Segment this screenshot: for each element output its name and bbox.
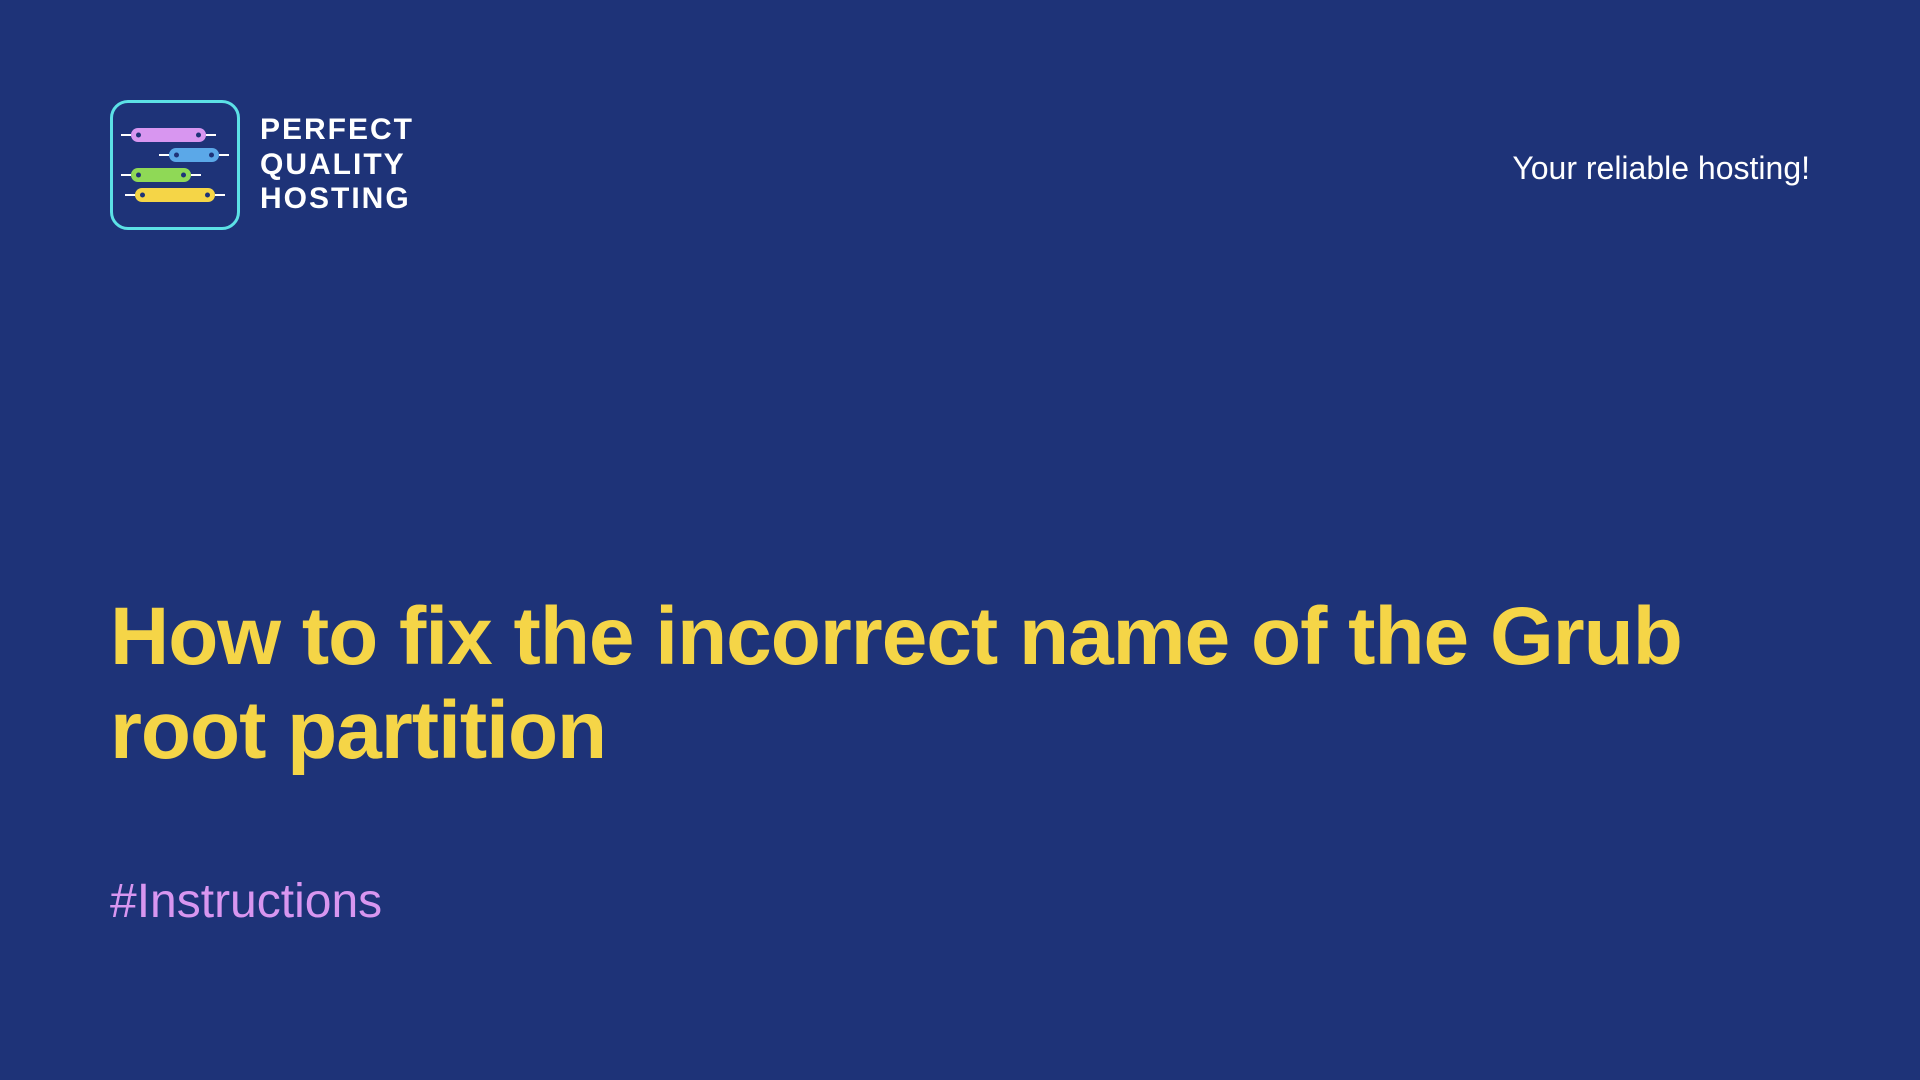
logo-icon	[110, 100, 240, 230]
logo-bar-1	[131, 128, 206, 142]
content: How to fix the incorrect name of the Gru…	[110, 590, 1810, 929]
logo-text-line3: HOSTING	[260, 182, 414, 217]
logo: PERFECT QUALITY HOSTING	[110, 100, 414, 230]
logo-text-line1: PERFECT	[260, 113, 414, 148]
logo-bar-3	[131, 168, 191, 182]
logo-bar-2	[169, 148, 219, 162]
logo-text-line2: QUALITY	[260, 148, 414, 183]
page-title: How to fix the incorrect name of the Gru…	[110, 590, 1810, 779]
hashtag: #Instructions	[110, 874, 1810, 929]
header: PERFECT QUALITY HOSTING Your reliable ho…	[0, 0, 1920, 230]
logo-text: PERFECT QUALITY HOSTING	[260, 113, 414, 217]
tagline: Your reliable hosting!	[1512, 150, 1810, 187]
logo-bar-4	[135, 188, 215, 202]
